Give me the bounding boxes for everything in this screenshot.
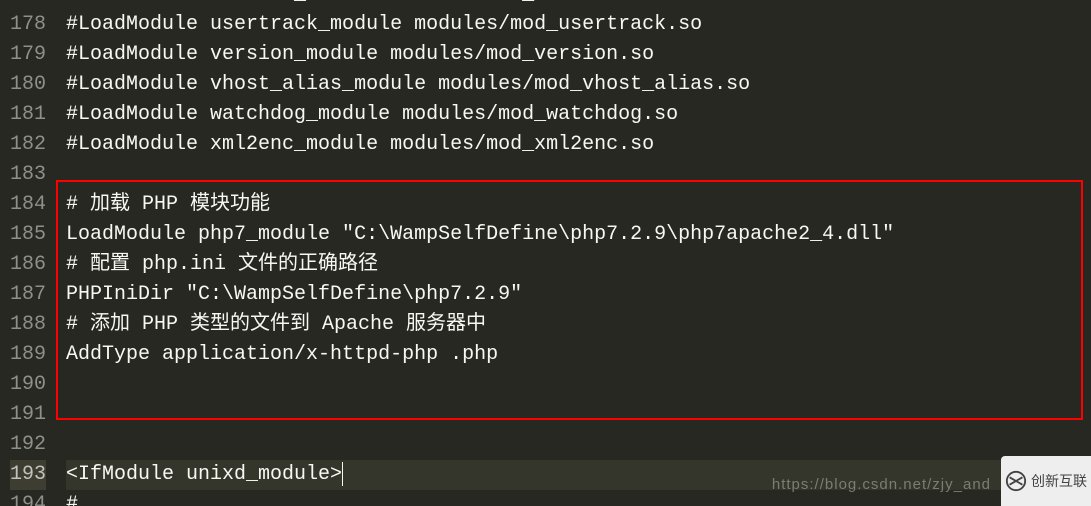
line-number-current: 193	[10, 460, 46, 490]
code-line[interactable]: # 加载 PHP 模块功能	[66, 190, 1091, 220]
line-number: 190	[10, 370, 46, 400]
badge-text: 创新互联	[1031, 466, 1087, 496]
line-number: 189	[10, 340, 46, 370]
code-line[interactable]: #LoadModule vhost_alias_module modules/m…	[66, 70, 1091, 100]
code-line[interactable]: #LoadModule version_module modules/mod_v…	[66, 40, 1091, 70]
watermark-text: https://blog.csdn.net/zjy_and	[772, 470, 991, 500]
code-line[interactable]: #LoadModule usertrack_module modules/mod…	[66, 10, 1091, 40]
line-gutter: 177 178 179 180 181 182 183 184 185 186 …	[0, 0, 54, 506]
code-line[interactable]: AddType application/x-httpd-php .php	[66, 340, 1091, 370]
line-number: 191	[10, 400, 46, 430]
line-number: 185	[10, 220, 46, 250]
line-number: 192	[10, 430, 46, 460]
line-number: 179	[10, 40, 46, 70]
code-line[interactable]: # 配置 php.ini 文件的正确路径	[66, 250, 1091, 280]
code-line[interactable]	[66, 400, 1091, 430]
line-number: 178	[10, 10, 46, 40]
code-text: <IfModule unixd_module>	[66, 463, 342, 486]
line-number: 194	[10, 490, 46, 506]
link-icon	[1005, 470, 1027, 492]
code-line[interactable]: #LoadModule xml2enc_module modules/mod_x…	[66, 130, 1091, 160]
line-number: 180	[10, 70, 46, 100]
code-line[interactable]: #LoadModule watchdog_module modules/mod_…	[66, 100, 1091, 130]
line-number: 183	[10, 160, 46, 190]
line-number: 182	[10, 130, 46, 160]
line-number: 184	[10, 190, 46, 220]
text-caret	[342, 462, 343, 486]
code-line[interactable]: LoadModule php7_module "C:\WampSelfDefin…	[66, 220, 1091, 250]
brand-badge: 创新互联	[1001, 456, 1091, 506]
line-number: 187	[10, 280, 46, 310]
code-line[interactable]: #LoadModule userdir_module modules/mod_u…	[66, 0, 1091, 10]
line-number: 177	[10, 0, 46, 10]
line-number: 188	[10, 310, 46, 340]
code-line[interactable]: # 添加 PHP 类型的文件到 Apache 服务器中	[66, 310, 1091, 340]
code-line[interactable]	[66, 430, 1091, 460]
code-line[interactable]: PHPIniDir "C:\WampSelfDefine\php7.2.9"	[66, 280, 1091, 310]
code-editor[interactable]: 177 178 179 180 181 182 183 184 185 186 …	[0, 0, 1091, 506]
code-line[interactable]	[66, 370, 1091, 400]
code-line[interactable]	[66, 160, 1091, 190]
line-number: 186	[10, 250, 46, 280]
code-area[interactable]: #LoadModule userdir_module modules/mod_u…	[54, 0, 1091, 506]
line-number: 181	[10, 100, 46, 130]
